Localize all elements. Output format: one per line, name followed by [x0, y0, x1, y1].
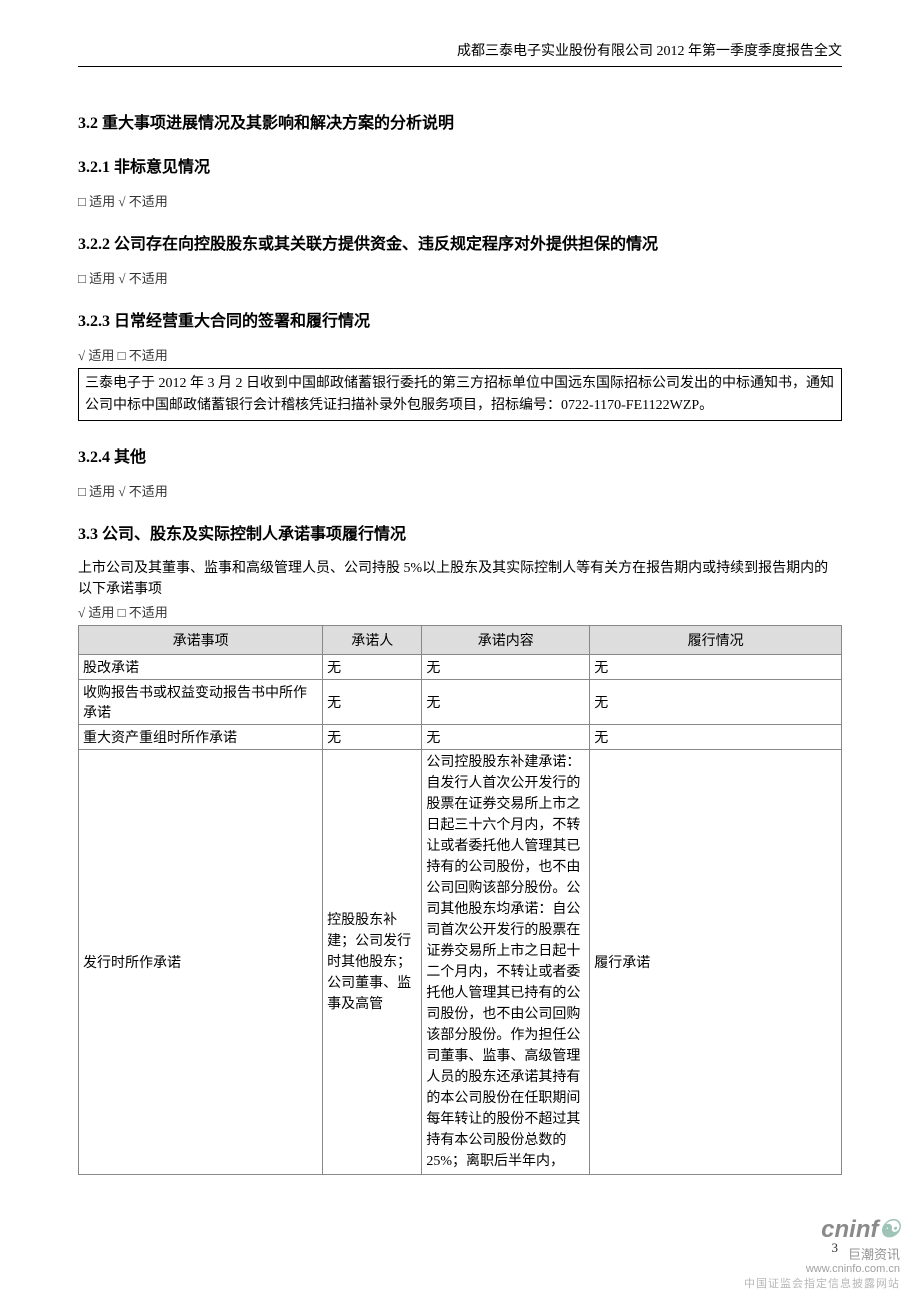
heading-3-3: 3.3 公司、股东及实际控制人承诺事项履行情况 [78, 520, 842, 544]
cell: 无 [422, 680, 590, 725]
applicable-option: □ 适用 √ 不适用 [78, 191, 842, 210]
contract-box: 三泰电子于 2012 年 3 月 2 日收到中国邮政储蓄银行委托的第三方招标单位… [78, 368, 842, 421]
logo-fineprint: 中国证监会指定信息披露网站 [700, 1275, 900, 1291]
cell: 无 [590, 680, 842, 725]
heading-3-2-4: 3.2.4 其他 [78, 443, 842, 467]
report-header: 成都三泰电子实业股份有限公司 2012 年第一季度季度报告全文 [78, 40, 842, 67]
cell: 无 [590, 725, 842, 750]
table-row: 重大资产重组时所作承诺 无 无 无 [79, 725, 842, 750]
cell: 公司控股股东补建承诺：自发行人首次公开发行的股票在证券交易所上市之日起三十六个月… [422, 750, 590, 1175]
cell: 无 [323, 655, 422, 680]
cell: 收购报告书或权益变动报告书中所作承诺 [79, 680, 323, 725]
table-header-row: 承诺事项 承诺人 承诺内容 履行情况 [79, 626, 842, 655]
commitment-table: 承诺事项 承诺人 承诺内容 履行情况 股改承诺 无 无 无 收购报告书或权益变动… [78, 625, 842, 1175]
cell: 发行时所作承诺 [79, 750, 323, 1175]
heading-3-2-2: 3.2.2 公司存在向控股股东或其关联方提供资金、违反规定程序对外提供担保的情况 [78, 230, 842, 254]
cell: 股改承诺 [79, 655, 323, 680]
cell: 重大资产重组时所作承诺 [79, 725, 323, 750]
table-row: 股改承诺 无 无 无 [79, 655, 842, 680]
applicable-option: √ 适用 □ 不适用 [78, 602, 842, 621]
table-row: 收购报告书或权益变动报告书中所作承诺 无 无 无 [79, 680, 842, 725]
cell: 无 [422, 725, 590, 750]
applicable-option: √ 适用 □ 不适用 [78, 345, 842, 364]
logo-subtext: 巨潮资讯 [700, 1244, 900, 1263]
col-header: 承诺内容 [422, 626, 590, 655]
logo-text: cninf☯ [700, 1215, 900, 1244]
applicable-option: □ 适用 √ 不适用 [78, 268, 842, 287]
cell: 无 [590, 655, 842, 680]
heading-3-2-1: 3.2.1 非标意见情况 [78, 153, 842, 177]
col-header: 承诺人 [323, 626, 422, 655]
cell: 履行承诺 [590, 750, 842, 1175]
applicable-option: □ 适用 √ 不适用 [78, 481, 842, 500]
logo-url: www.cninfo.com.cn [700, 1263, 900, 1275]
section-intro: 上市公司及其董事、监事和高级管理人员、公司持股 5%以上股东及其实际控制人等有关… [78, 558, 842, 600]
cninfo-watermark: cninf☯ 巨潮资讯 www.cninfo.com.cn 中国证监会指定信息披… [700, 1215, 900, 1291]
col-header: 承诺事项 [79, 626, 323, 655]
cell: 无 [323, 725, 422, 750]
table-row: 发行时所作承诺 控股股东补建；公司发行时其他股东；公司董事、监事及高管 公司控股… [79, 750, 842, 1175]
cell: 无 [323, 680, 422, 725]
heading-3-2: 3.2 重大事项进展情况及其影响和解决方案的分析说明 [78, 109, 842, 133]
col-header: 履行情况 [590, 626, 842, 655]
cell: 控股股东补建；公司发行时其他股东；公司董事、监事及高管 [323, 750, 422, 1175]
heading-3-2-3: 3.2.3 日常经营重大合同的签署和履行情况 [78, 307, 842, 331]
cell: 无 [422, 655, 590, 680]
